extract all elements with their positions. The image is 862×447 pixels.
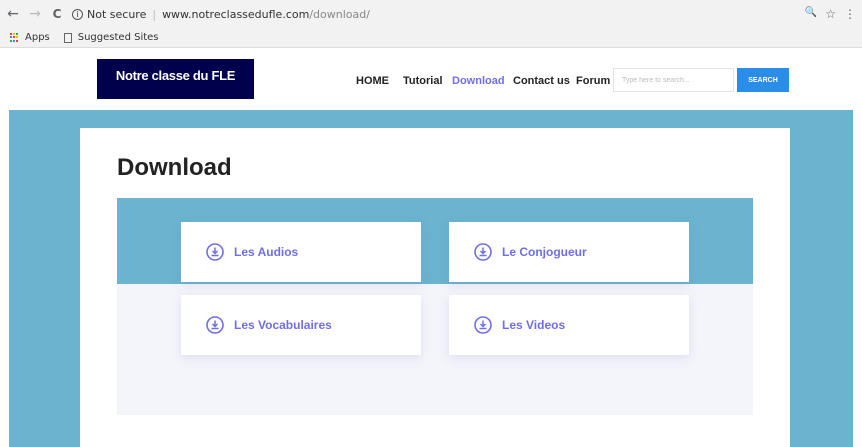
browser-toolbar: ← → C i Not secure | www.notreclassedufl… xyxy=(0,0,862,28)
url-path: /download/ xyxy=(309,7,370,21)
nav-home[interactable]: HOME xyxy=(356,75,389,87)
download-label: Le Conjogueur xyxy=(502,245,587,259)
download-card-conjogueur[interactable]: Le Conjogueur xyxy=(449,222,689,282)
bookmark-apps[interactable]: Apps xyxy=(10,32,50,43)
site-logo[interactable]: Notre classe du FLE xyxy=(97,59,254,99)
download-icon xyxy=(474,316,492,334)
reload-button[interactable]: C xyxy=(48,7,66,21)
nav-contact-us[interactable]: Contact us xyxy=(513,75,570,87)
url-domain: www.notreclassedufle.com xyxy=(162,7,310,21)
download-card-audios[interactable]: Les Audios xyxy=(181,222,421,282)
page-title: Download xyxy=(117,154,232,181)
bookmark-suggested-sites[interactable]: Suggested Sites xyxy=(60,32,159,43)
apps-grid-icon xyxy=(10,32,20,43)
zoom-icon[interactable]: 🔍 xyxy=(805,7,817,21)
bookmarks-bar: Apps Suggested Sites xyxy=(0,28,862,48)
bookmark-suggested-label: Suggested Sites xyxy=(77,32,159,43)
bookmark-apps-label: Apps xyxy=(25,32,50,43)
address-separator: | xyxy=(152,7,157,21)
download-icon xyxy=(474,243,492,261)
download-icon xyxy=(206,316,224,334)
nav-forum[interactable]: Forum xyxy=(576,75,610,87)
download-icon xyxy=(206,243,224,261)
downloads-section: Les Audios Le Conjogueur Les Vocabulaire… xyxy=(117,198,753,415)
download-label: Les Videos xyxy=(502,318,566,332)
star-icon[interactable]: ☆ xyxy=(825,7,836,21)
download-card-videos[interactable]: Les Videos xyxy=(449,295,689,355)
menu-icon[interactable]: ⋮ xyxy=(844,7,856,21)
info-icon[interactable]: i xyxy=(72,8,83,20)
security-label: Not secure xyxy=(87,7,147,21)
nav-tutorial[interactable]: Tutorial xyxy=(403,75,443,87)
search-input[interactable] xyxy=(613,68,734,92)
site-header: Notre classe du FLE HOME Tutorial Downlo… xyxy=(0,48,862,110)
address-bar[interactable]: i Not secure | www.notreclassedufle.com /… xyxy=(72,8,370,21)
nav-download[interactable]: Download xyxy=(452,75,505,87)
download-label: Les Audios xyxy=(234,245,299,259)
back-button[interactable]: ← xyxy=(4,6,22,22)
download-card-vocabulaires[interactable]: Les Vocabulaires xyxy=(181,295,421,355)
search-button[interactable]: SEARCH xyxy=(737,68,789,92)
download-label: Les Vocabulaires xyxy=(234,318,332,332)
forward-button[interactable]: → xyxy=(26,6,44,22)
page-icon xyxy=(63,32,72,43)
